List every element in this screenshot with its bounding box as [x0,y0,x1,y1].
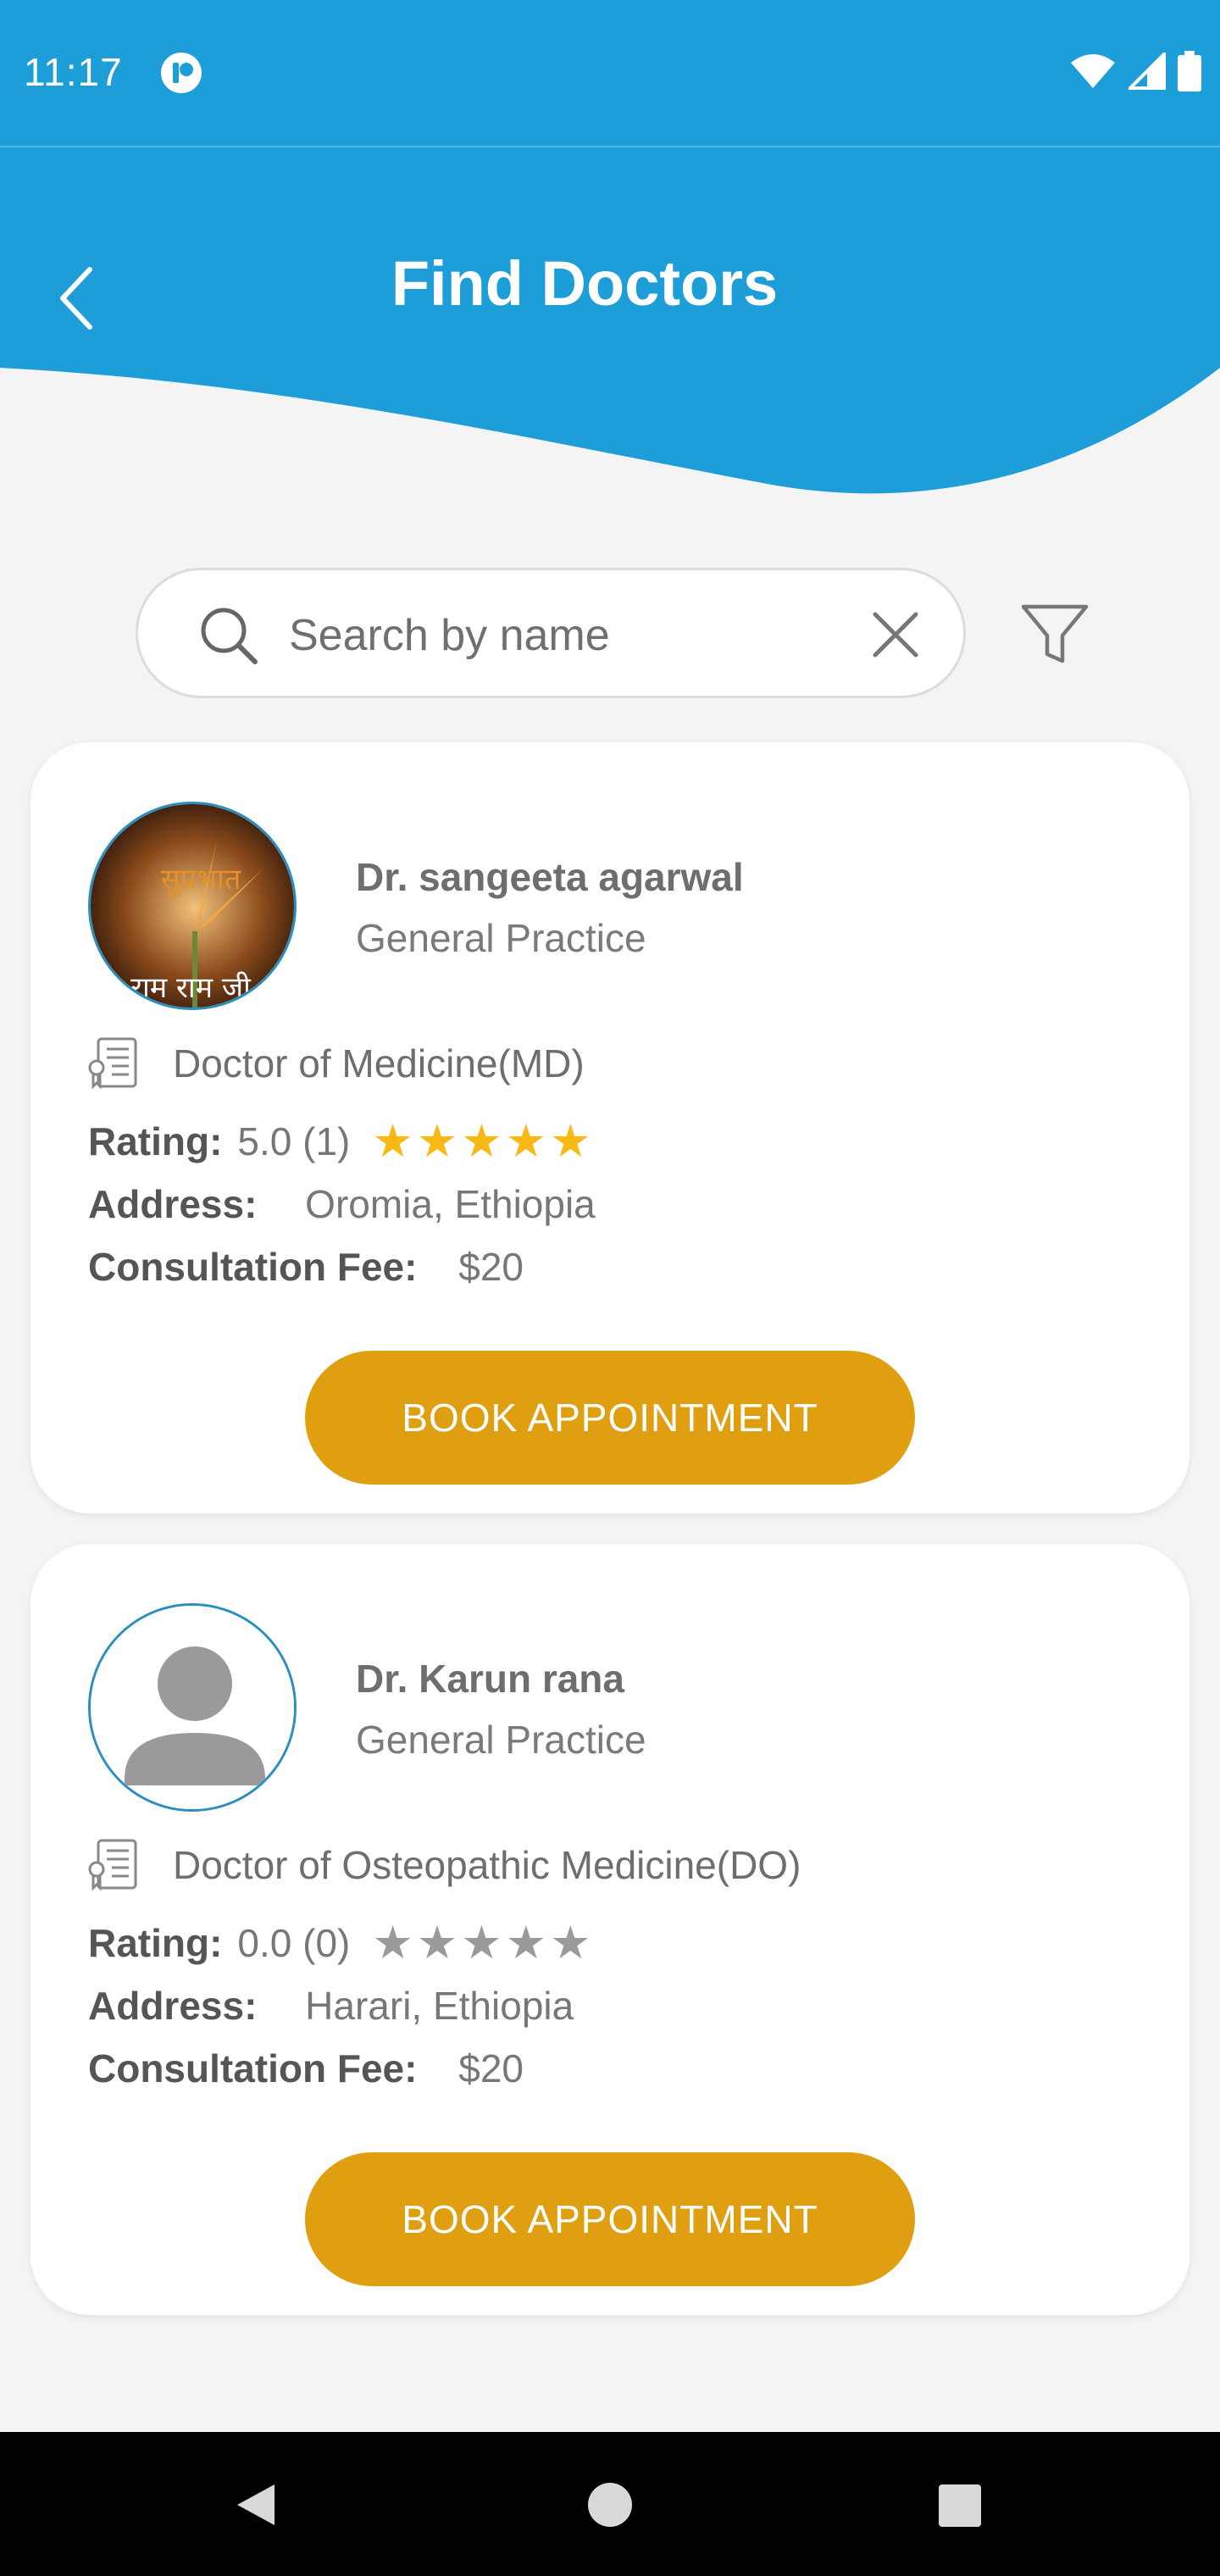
fee-value: $20 [458,2046,524,2090]
search-bar[interactable] [136,568,966,698]
navigation-bar [0,2432,1220,2576]
status-bar: 11:17 [0,0,1220,146]
star-icon: ★ [550,1916,591,1969]
star-icon: ★ [416,1916,458,1969]
doctor-degree: Doctor of Osteopathic Medicine(DO) [173,1843,801,1887]
address-value: Harari, Ethiopia [305,1984,574,2028]
star-icon: ★ [550,1114,591,1168]
rating-value: 0.0 (0) [237,1921,351,1965]
nav-home-icon[interactable] [588,2483,632,2527]
battery-icon [1178,51,1201,92]
star-icon: ★ [505,1114,547,1168]
book-appointment-button[interactable]: BOOK APPOINTMENT [305,1351,915,1485]
address-label: Address: [88,1182,258,1226]
certificate-icon [88,1037,137,1090]
star-icon: ★ [461,1916,502,1969]
rating-value: 5.0 (1) [237,1119,351,1163]
status-time: 11:17 [24,50,123,94]
doctor-photo: सुप्रभात राम राम जी [91,804,294,1008]
fee-value: $20 [458,1245,524,1289]
wifi-icon [1071,54,1115,88]
avatar-caption-bottom: राम राम जी [130,971,252,1005]
star-icon: ★ [505,1916,547,1969]
rating-label: Rating: [88,1921,223,1965]
avatar [88,1603,297,1812]
fee-label: Consultation Fee: [88,2046,418,2090]
app-notification-icon [161,53,202,93]
filter-icon[interactable] [1018,598,1091,671]
fee-row: Consultation Fee: $20 [88,2046,524,2091]
certificate-icon [88,1839,137,1891]
fee-row: Consultation Fee: $20 [88,1244,524,1290]
doctor-card: Dr. Karun rana General Practice Doctor o… [30,1544,1190,2315]
address-value: Oromia, Ethiopia [305,1182,596,1226]
rating-row: Rating: 0.0 (0) ★ ★ ★ ★ ★ [88,1920,591,1966]
address-label: Address: [88,1984,258,2028]
fee-label: Consultation Fee: [88,1245,418,1289]
star-icon: ★ [461,1114,502,1168]
avatar: सुप्रभात राम राम जी [88,802,297,1010]
doctor-specialty: General Practice [356,1718,646,1762]
doctor-name: Dr. sangeeta agarwal [356,855,744,899]
doctor-name: Dr. Karun rana [356,1657,624,1701]
search-icon [201,608,258,664]
default-user-icon [91,1606,294,1809]
doctor-card: सुप्रभात राम राम जी Dr. sangeeta agarwal… [30,742,1190,1513]
header-background [0,146,1220,494]
rating-label: Rating: [88,1119,223,1163]
avatar-caption-top: सुप्रभात [161,863,241,897]
page-title-text: Find Doctors [391,248,779,319]
close-icon[interactable] [868,608,923,662]
search-input[interactable] [289,604,840,667]
address-row: Address: Harari, Ethiopia [88,1983,574,2029]
page-title: Find Doctors [0,247,1220,319]
star-rating: ★ ★ ★ ★ ★ [372,1920,591,1966]
star-icon: ★ [372,1916,413,1969]
nav-back-icon[interactable] [232,2481,280,2529]
star-icon: ★ [416,1114,458,1168]
star-icon: ★ [372,1114,413,1168]
book-appointment-button[interactable]: BOOK APPOINTMENT [305,2152,915,2286]
nav-recents-icon[interactable] [939,2484,981,2527]
rating-row: Rating: 5.0 (1) ★ ★ ★ ★ ★ [88,1119,591,1164]
doctor-specialty: General Practice [356,916,646,960]
doctor-degree: Doctor of Medicine(MD) [173,1041,585,1085]
star-rating: ★ ★ ★ ★ ★ [372,1119,591,1164]
signal-icon [1128,53,1166,90]
address-row: Address: Oromia, Ethiopia [88,1181,596,1227]
